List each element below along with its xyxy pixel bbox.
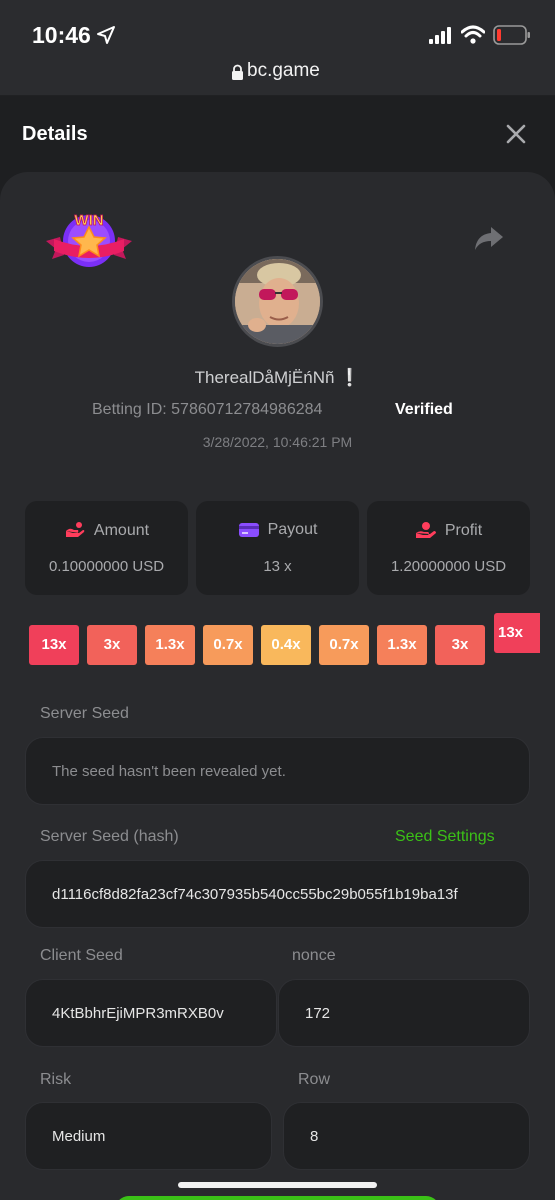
home-indicator[interactable]: [178, 1182, 377, 1188]
seed-settings-link[interactable]: Seed Settings: [395, 828, 495, 846]
url-text: bc.game: [247, 60, 320, 81]
row-label: Row: [298, 1071, 331, 1088]
address-bar[interactable]: bc.game: [0, 58, 555, 96]
client-seed-field[interactable]: 4KtBbhrEjiMPR3mRXB0v: [25, 979, 277, 1047]
server-seed-field[interactable]: The seed hasn't been revealed yet.: [25, 737, 530, 805]
modal-title: Details: [22, 123, 88, 145]
multiplier-tile: 13x: [29, 625, 79, 665]
win-badge-icon: WIN: [46, 212, 132, 267]
amount-stat: Amount 0.10000000 USD: [25, 501, 188, 595]
share-icon[interactable]: [474, 225, 504, 251]
profit-value: 1.20000000 USD: [390, 558, 507, 575]
status-bar: 10:46: [0, 0, 555, 58]
nonce-label: nonce: [292, 947, 336, 964]
amount-label: Amount: [93, 522, 150, 539]
lock-icon: [232, 64, 243, 80]
amount-icon: [65, 522, 85, 537]
multiplier-tile: 0.7x: [319, 625, 369, 665]
risk-field[interactable]: Medium: [25, 1102, 272, 1170]
payout-stat: Payout 13 x: [196, 501, 359, 595]
avatar-photo: [235, 259, 320, 344]
profit-icon: [415, 522, 436, 538]
multiplier-tile: 3x: [87, 625, 137, 665]
server-seed-label: Server Seed: [40, 705, 129, 722]
multiplier-tile-hit: 13x: [494, 613, 540, 653]
wifi-icon: [461, 25, 485, 44]
card-icon: [238, 523, 259, 537]
battery-low-icon: [493, 25, 530, 45]
betting-id: Betting ID: 57860712784986284: [92, 401, 323, 418]
location-arrow-icon: [97, 26, 115, 44]
profit-stat: Profit 1.20000000 USD: [367, 501, 530, 595]
nonce-field[interactable]: 172: [278, 979, 530, 1047]
row-field[interactable]: 8: [283, 1102, 530, 1170]
verified-button[interactable]: Verified: [395, 401, 453, 419]
verify-button-partial[interactable]: [115, 1196, 440, 1200]
cellular-signal-icon: [429, 27, 451, 44]
client-seed-label: Client Seed: [40, 947, 123, 964]
amount-value: 0.10000000 USD: [48, 558, 165, 575]
multiplier-tile: 1.3x: [377, 625, 427, 665]
close-icon[interactable]: [504, 122, 528, 146]
username: TherealDåMjËńNñ ❕: [194, 368, 361, 387]
multiplier-tile: 0.4x: [261, 625, 311, 665]
multiplier-tile: 1.3x: [145, 625, 195, 665]
avatar: [232, 256, 323, 347]
status-time: 10:46: [32, 22, 91, 48]
risk-label: Risk: [40, 1071, 72, 1088]
multiplier-tile: 0.7x: [203, 625, 253, 665]
profit-label: Profit: [444, 522, 483, 539]
win-badge-text: WIN: [74, 212, 103, 229]
multiplier-tile: 3x: [435, 625, 485, 665]
payout-label: Payout: [267, 521, 318, 538]
server-seed-hash-label: Server Seed (hash): [40, 828, 179, 845]
payout-value: 13 x: [263, 558, 292, 575]
server-seed-hash-field[interactable]: d1116cf8d82fa23cf74c307935b540cc55bc29b0…: [25, 860, 530, 928]
bet-timestamp: 3/28/2022, 10:46:21 PM: [202, 434, 353, 450]
